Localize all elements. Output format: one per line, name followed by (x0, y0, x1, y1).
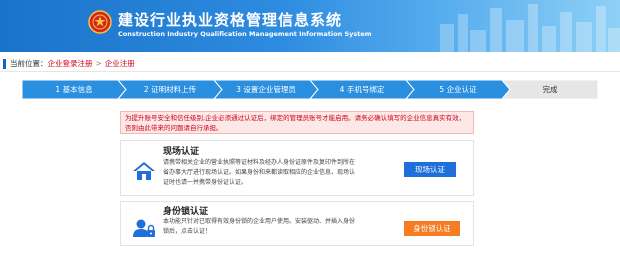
step-label: 完成 (542, 85, 558, 94)
step-3: 3 设置企业管理员 (214, 80, 318, 99)
onsite-auth-title: 现场认证 (163, 147, 200, 157)
breadcrumb-link-login-register[interactable]: 企业登录注册 (48, 59, 93, 68)
breadcrumb-label: 当前位置： (10, 59, 48, 68)
breadcrumb-separator: > (95, 59, 102, 68)
system-title: 建设行业执业资格管理信息系统 (118, 11, 343, 29)
house-icon (133, 162, 155, 180)
id-lock-auth-description: 本功能只针对已取得有效身份锁的企业用户使用。安装驱动、并插入身份锁后，点击认证！ (163, 218, 356, 235)
step-6: 完成 (502, 80, 598, 99)
step-5: 5 企业认证 (406, 80, 510, 99)
progress-steps: 1 基本信息 2 证明材料上传 3 设置企业管理员 4 手机号绑定 5 企业认证 完成 (22, 80, 598, 99)
step-1: 1 基本信息 (22, 80, 126, 99)
national-emblem-icon (88, 10, 112, 34)
step-label: 3 设置企业管理员 (236, 85, 296, 94)
step-4: 4 手机号绑定 (310, 80, 414, 99)
site-header: 建设行业执业资格管理信息系统 Construction Industry Qua… (0, 0, 620, 52)
system-title-english: Construction Industry Qualification Mana… (118, 30, 372, 38)
step-label: 5 企业认证 (439, 85, 477, 94)
city-skyline-graphic (440, 4, 620, 52)
step-label: 4 手机号绑定 (339, 85, 385, 94)
id-lock-auth-card: 身份锁认证 本功能只针对已取得有效身份锁的企业用户使用。安装驱动、并插入身份锁后… (120, 201, 474, 246)
id-lock-auth-button[interactable]: 身份锁认证 (404, 221, 460, 236)
id-lock-auth-title: 身份锁认证 (163, 207, 209, 217)
step-label: 2 证明材料上传 (143, 85, 197, 94)
breadcrumb: 当前位置：企业登录注册 > 企业注册 (0, 56, 620, 72)
breadcrumb-marker (3, 59, 6, 69)
step-2: 2 证明材料上传 (118, 80, 222, 99)
onsite-auth-description: 请携带相关企业的营业执照等证材料及经办人身份证原件及复印件到所在省办事大厅进行现… (163, 159, 356, 186)
user-lock-icon (133, 219, 155, 237)
breadcrumb-link-register[interactable]: 企业注册 (105, 59, 135, 68)
onsite-auth-button[interactable]: 现场认证 (404, 162, 456, 177)
step-label: 1 基本信息 (55, 85, 93, 94)
notice-banner: 为提升账号安全和信任级别,企业必须通过认证后，绑定的管理员账号才能启用。请务必确… (120, 111, 474, 134)
onsite-auth-card: 现场认证 请携带相关企业的营业执照等证材料及经办人身份证原件及复印件到所在省办事… (120, 140, 474, 196)
